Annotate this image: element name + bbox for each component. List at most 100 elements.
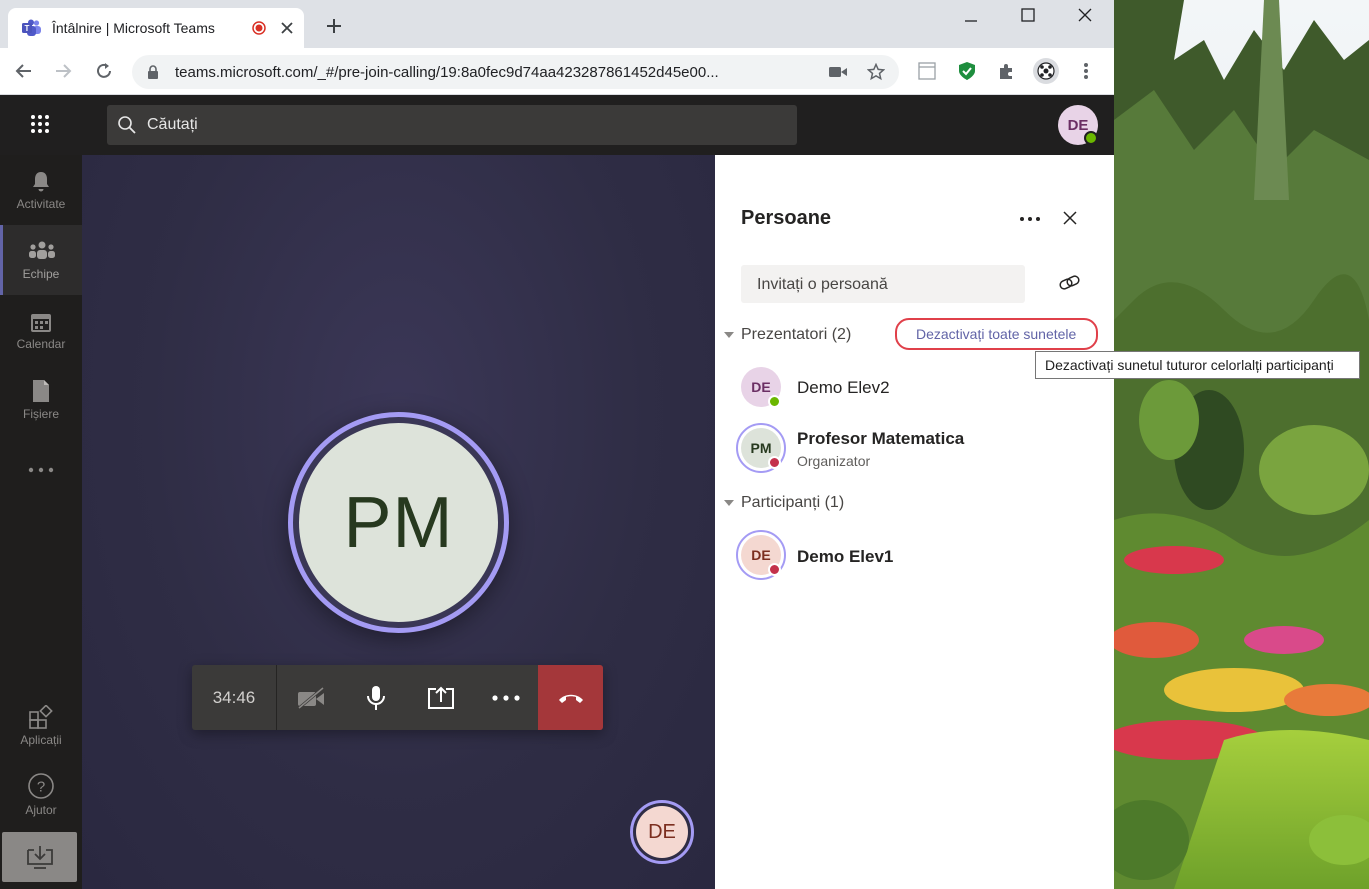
search-input[interactable]: Căutați — [107, 105, 797, 145]
panel-title: Persoane — [741, 207, 832, 229]
search-icon — [118, 116, 136, 134]
svg-text:T: T — [25, 24, 30, 33]
participant-row[interactable]: PM Profesor Matematica Organizator — [715, 419, 1114, 479]
meeting-stage: PM 34:46 DE — [82, 155, 715, 889]
extension-page-icon[interactable] — [918, 62, 936, 80]
panel-close-icon[interactable] — [1063, 211, 1077, 225]
apps-icon — [29, 705, 53, 729]
available-status-icon — [1084, 131, 1098, 145]
camera-toggle-button[interactable] — [278, 665, 343, 730]
bell-icon — [31, 170, 51, 192]
participant-name: Profesor Matematica — [797, 429, 965, 448]
phone-hangup-icon — [557, 692, 585, 704]
presenter-video-avatar: PM — [288, 412, 509, 633]
extensions-puzzle-icon[interactable] — [998, 62, 1016, 80]
microphone-icon — [366, 685, 386, 711]
hang-up-button[interactable] — [538, 665, 603, 730]
url-text: teams.microsoft.com/_#/pre-join-calling/… — [175, 64, 719, 81]
copy-link-icon[interactable] — [1059, 274, 1081, 292]
more-icon — [28, 467, 54, 473]
desktop-wallpaper — [1114, 0, 1369, 889]
back-icon[interactable] — [14, 63, 32, 79]
presenters-caret-icon[interactable] — [724, 332, 734, 338]
teams-header: Căutați DE — [0, 95, 1114, 155]
call-controls: 34:46 — [192, 665, 603, 730]
forward-icon[interactable] — [55, 63, 73, 79]
self-initials: DE — [636, 806, 688, 858]
svg-text:?: ? — [37, 779, 45, 796]
busy-status-icon — [768, 563, 781, 576]
presenter-initials: PM — [299, 423, 498, 622]
user-initials: DE — [1067, 116, 1089, 134]
calendar-icon — [30, 311, 52, 333]
participant-name: Demo Elev1 — [797, 547, 894, 566]
browser-tab[interactable]: T Întâlnire | Microsoft Teams — [8, 8, 304, 48]
profile-avatar-icon[interactable] — [1033, 58, 1059, 84]
recording-indicator-icon — [252, 21, 266, 35]
help-icon: ? — [27, 772, 55, 800]
window-close-icon[interactable] — [1078, 8, 1092, 22]
rail-more-button[interactable] — [0, 435, 82, 505]
app-rail: Activitate Echipe Calendar Fișiere Aplic… — [0, 155, 82, 889]
rail-item-apps[interactable]: Aplicații — [0, 691, 82, 761]
mute-all-button[interactable]: Dezactivați toate sunetele — [895, 318, 1098, 350]
address-bar[interactable]: teams.microsoft.com/_#/pre-join-calling/… — [132, 55, 899, 89]
available-status-icon — [768, 395, 781, 408]
more-icon — [491, 694, 520, 701]
rail-item-teams[interactable]: Echipe — [0, 225, 82, 295]
busy-status-icon — [768, 456, 781, 469]
rail-item-calendar[interactable]: Calendar — [0, 295, 82, 365]
rail-item-activity[interactable]: Activitate — [0, 155, 82, 225]
mute-all-tooltip: Dezactivați sunetul tuturor celorlalți p… — [1035, 351, 1360, 379]
rail-item-help[interactable]: ? Ajutor — [0, 761, 82, 831]
share-tray-icon — [427, 686, 455, 710]
participants-caret-icon[interactable] — [724, 500, 734, 506]
mute-all-label: Dezactivați toate sunetele — [916, 326, 1077, 342]
share-screen-button[interactable] — [408, 665, 473, 730]
bookmark-star-icon[interactable] — [867, 63, 885, 81]
reload-icon[interactable] — [95, 62, 113, 80]
search-placeholder: Căutați — [147, 116, 198, 133]
rail-label-activity: Activitate — [16, 197, 66, 211]
download-app-button[interactable] — [2, 832, 77, 882]
invite-placeholder: Invitați o persoană — [757, 276, 888, 293]
camera-off-icon — [296, 686, 326, 709]
tab-title: Întâlnire | Microsoft Teams — [52, 20, 215, 36]
mic-toggle-button[interactable] — [343, 665, 408, 730]
camera-indicator-icon[interactable] — [829, 66, 847, 78]
rail-label-files: Fișiere — [22, 407, 59, 421]
browser-toolbar: teams.microsoft.com/_#/pre-join-calling/… — [0, 48, 1114, 95]
file-icon — [31, 379, 51, 403]
browser-menu-icon[interactable] — [1083, 62, 1089, 80]
teams-icon — [28, 241, 56, 261]
rail-label-calendar: Calendar — [16, 337, 66, 351]
new-tab-icon[interactable] — [326, 18, 342, 34]
rail-label-help: Ajutor — [25, 803, 57, 817]
rail-item-files[interactable]: Fișiere — [0, 365, 82, 435]
participant-initials: PM — [750, 440, 772, 456]
participant-role: Organizator — [797, 453, 871, 469]
people-panel: Persoane Invitați o persoană Prezentator… — [715, 155, 1114, 889]
panel-more-icon[interactable] — [1019, 216, 1041, 222]
app-launcher-icon[interactable] — [30, 114, 50, 134]
more-actions-button[interactable] — [473, 665, 538, 730]
self-video-avatar[interactable]: DE — [630, 800, 694, 864]
presenters-section-label[interactable]: Prezentatori (2) — [741, 326, 851, 344]
shield-extension-icon[interactable] — [958, 61, 976, 81]
participant-initials: DE — [751, 547, 771, 563]
maximize-icon[interactable] — [1021, 8, 1035, 22]
participant-name: Demo Elev2 — [797, 378, 890, 397]
download-icon — [26, 845, 54, 869]
browser-window: T Întâlnire | Microsoft Teams teams.micr… — [0, 0, 1114, 889]
invite-person-input[interactable]: Invitați o persoană — [741, 265, 1025, 303]
participant-row[interactable]: DE Demo Elev1 — [715, 527, 1114, 587]
call-timer: 34:46 — [192, 665, 277, 730]
participant-initials: DE — [751, 379, 771, 395]
minimize-icon[interactable] — [964, 14, 978, 28]
teams-logo-icon: T — [22, 19, 42, 37]
participants-section-label[interactable]: Participanți (1) — [741, 494, 844, 512]
lock-icon[interactable] — [147, 65, 159, 79]
rail-label-apps: Aplicații — [20, 733, 62, 747]
tab-strip: T Întâlnire | Microsoft Teams — [0, 0, 1114, 48]
tab-close-icon[interactable] — [280, 21, 294, 35]
